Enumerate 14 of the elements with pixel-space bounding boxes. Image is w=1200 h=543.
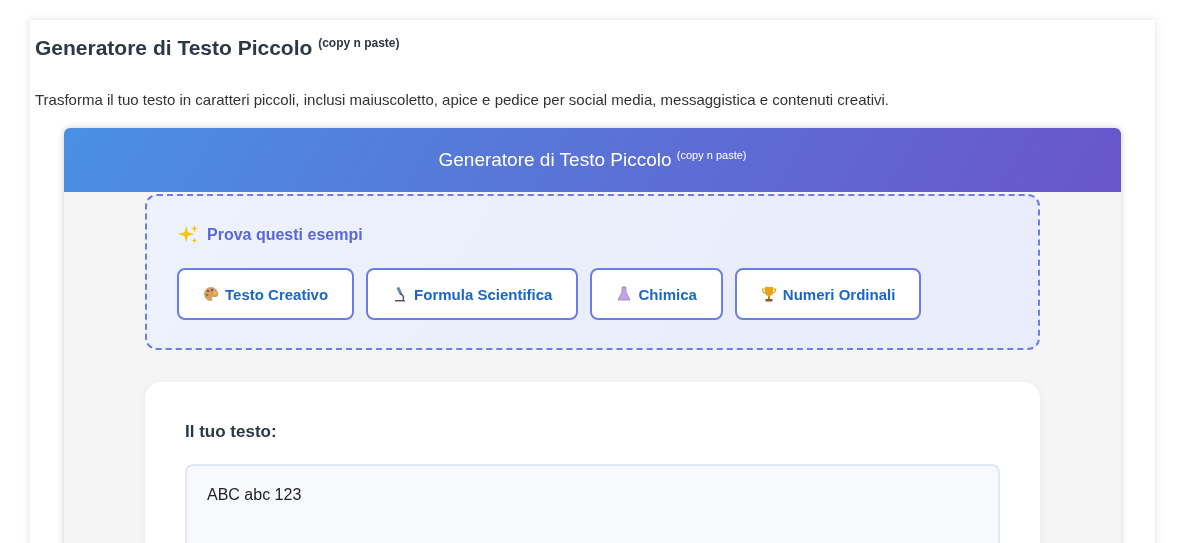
example-button[interactable]: Numeri Ordinali xyxy=(734,268,922,320)
flask-icon xyxy=(616,286,633,302)
sparkles-icon xyxy=(177,224,199,246)
input-label: Il tuo testo: xyxy=(185,422,278,442)
trophy-icon xyxy=(760,286,777,302)
palette-icon xyxy=(203,286,219,302)
example-button[interactable]: Testo Creativo xyxy=(177,268,355,320)
page-title: Generatore di Testo Piccolo $^{(copy n paste)}$ xyxy=(35,35,401,61)
example-button[interactable]: Formula Scientifica xyxy=(366,268,579,320)
text-input[interactable]: ABC abc 123 xyxy=(185,464,1000,543)
example-button[interactable]: Chimica xyxy=(590,268,723,320)
tool-title: Generatore di Testo Piccolo $^{(copy n paste)}$ xyxy=(438,148,747,172)
examples-heading: Prova questi esempi xyxy=(207,226,363,244)
intro-text: Trasforma il tuo testo in caratteri piccoli, inclusi maiuscoletto, apice e pedice per social media, messaggistica e contenuti creativi. xyxy=(35,91,890,108)
